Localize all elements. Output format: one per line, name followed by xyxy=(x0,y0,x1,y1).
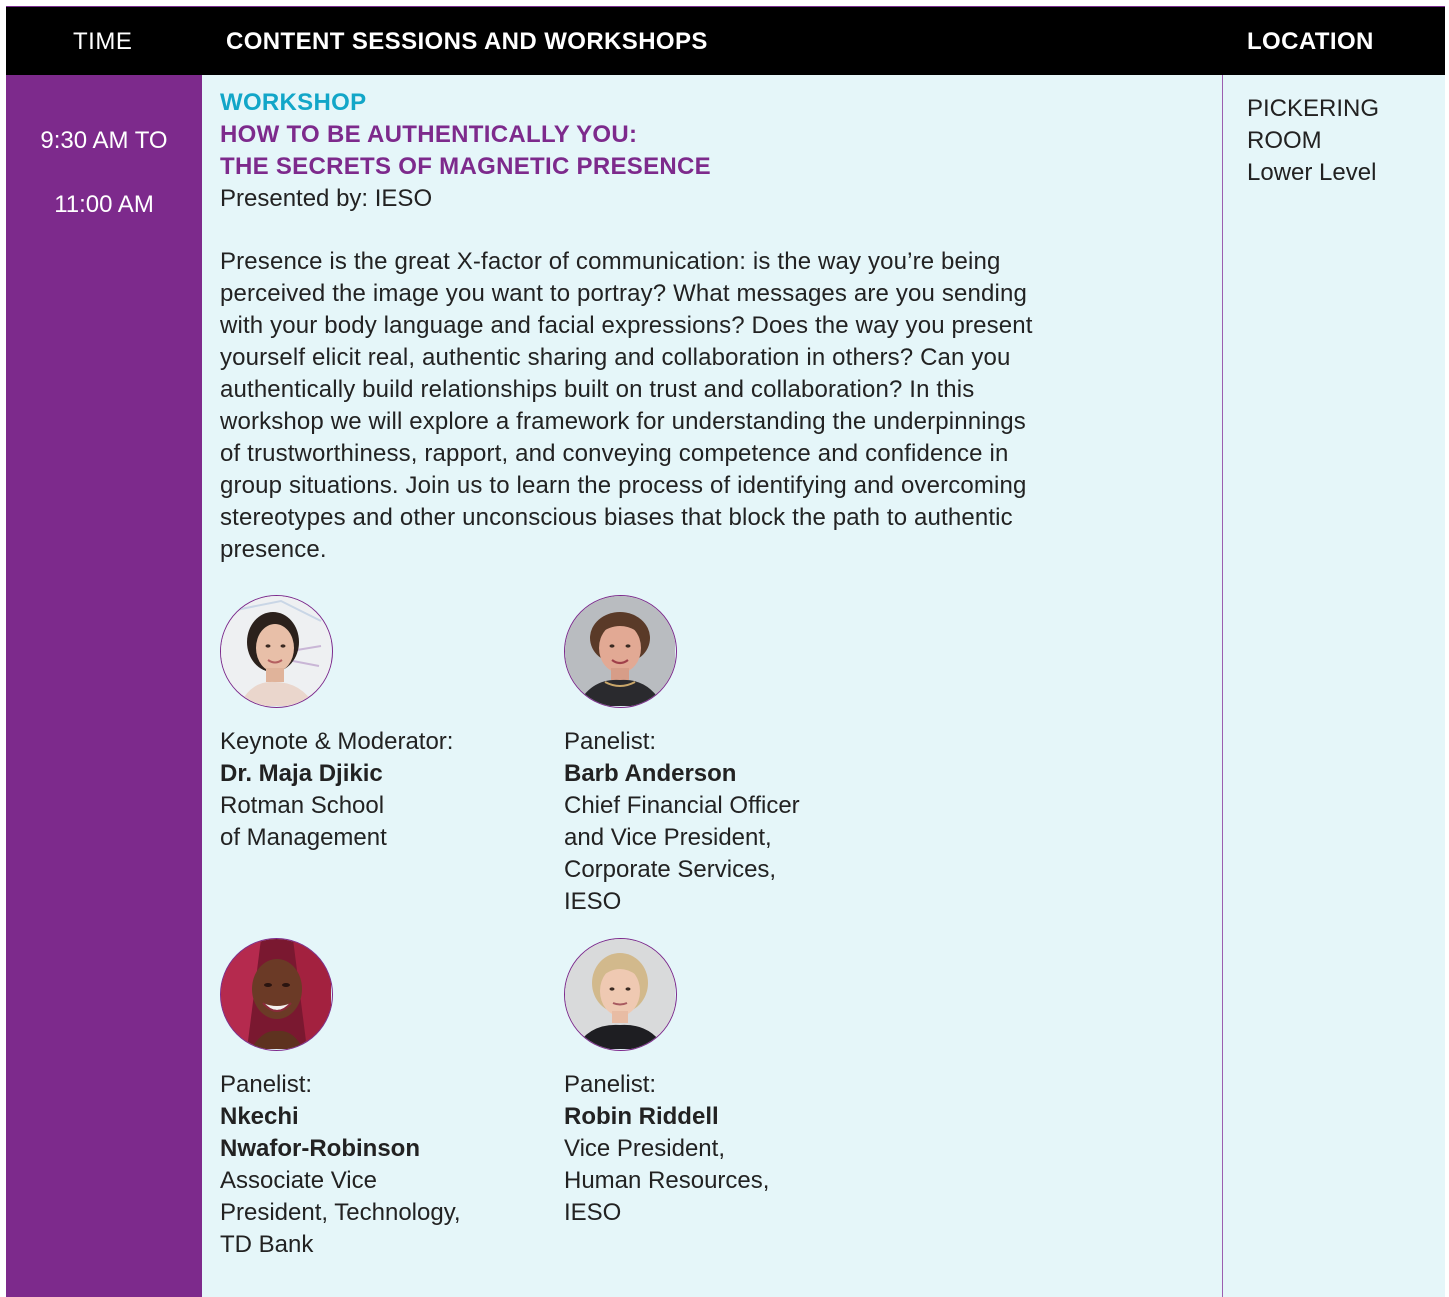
speaker-org: IESO xyxy=(564,888,622,915)
session-time-line: 9:30 AM TO xyxy=(40,127,168,154)
description-line: perceived the image you want to portray?… xyxy=(220,280,1027,307)
speaker-org: of Management xyxy=(220,824,387,851)
speaker-org: Rotman School xyxy=(220,792,385,819)
speaker-org: Vice President, xyxy=(564,1135,725,1162)
speaker-name: Robin Riddell xyxy=(564,1103,719,1130)
speaker-org: Associate Vice xyxy=(220,1167,377,1194)
speaker-role: Panelist: xyxy=(220,1071,313,1098)
speaker-card-barb-anderson: Panelist: Barb Anderson Chief Financial … xyxy=(564,595,864,918)
session-description: Presence is the great X-factor of commun… xyxy=(220,246,1195,566)
speaker-org: Human Resources, xyxy=(564,1167,770,1194)
speaker-photo xyxy=(564,938,677,1051)
speaker-photo xyxy=(564,595,677,708)
session-time-line: 11:00 AM xyxy=(54,191,154,218)
speaker-name: Barb Anderson xyxy=(564,760,737,787)
time-column: 9:30 AM TO 11:00 AM xyxy=(6,75,202,1297)
speaker-name: Nwafor-Robinson xyxy=(220,1135,420,1162)
session-content: WORKSHOP HOW TO BE AUTHENTICALLY YOU: TH… xyxy=(220,87,1195,566)
speaker-photo xyxy=(220,595,333,708)
description-line: Presence is the great X-factor of commun… xyxy=(220,248,1001,275)
speaker-card-robin-riddell: Panelist: Robin Riddell Vice President, … xyxy=(564,938,864,1229)
speaker-org: Corporate Services, xyxy=(564,856,777,883)
header-content-label: CONTENT SESSIONS AND WORKSHOPS xyxy=(226,28,708,55)
speaker-card-nkechi-nwafor-robinson: Panelist: Nkechi Nwafor-Robinson Associa… xyxy=(220,938,520,1261)
description-line: with your body language and facial expre… xyxy=(220,312,1033,339)
speaker-name: Dr. Maja Djikic xyxy=(220,760,383,787)
location-line: ROOM xyxy=(1247,127,1322,154)
speaker-org: Chief Financial Officer xyxy=(564,792,800,819)
session-type: WORKSHOP xyxy=(220,89,367,116)
description-line: of trustworthiness, rapport, and conveyi… xyxy=(220,440,1009,467)
speaker-org: TD Bank xyxy=(220,1231,314,1258)
description-line: group situations. Join us to learn the p… xyxy=(220,472,1027,499)
session-location: PICKERING ROOM Lower Level xyxy=(1247,93,1379,189)
description-line: workshop we will explore a framework for… xyxy=(220,408,1026,435)
speaker-org: President, Technology, xyxy=(220,1199,461,1226)
speaker-card-maja-djikic: Keynote & Moderator: Dr. Maja Djikic Rot… xyxy=(220,595,520,854)
description-line: authentically build relationships built … xyxy=(220,376,975,403)
session-title-line: THE SECRETS OF MAGNETIC PRESENCE xyxy=(220,153,711,180)
header-time-label: TIME xyxy=(73,28,133,55)
speaker-photo xyxy=(220,938,333,1051)
location-line: PICKERING xyxy=(1247,95,1380,122)
speaker-role: Panelist: xyxy=(564,728,657,755)
speaker-org: IESO xyxy=(564,1199,622,1226)
speaker-org: and Vice President, xyxy=(564,824,772,851)
description-line: yourself elicit real, authentic sharing … xyxy=(220,344,1011,371)
speaker-role: Keynote & Moderator: xyxy=(220,728,454,755)
description-line: stereotypes and other unconscious biases… xyxy=(220,504,1013,531)
speaker-role: Panelist: xyxy=(564,1071,657,1098)
presented-by: Presented by: IESO xyxy=(220,185,433,212)
agenda-header: TIME CONTENT SESSIONS AND WORKSHOPS LOCA… xyxy=(6,7,1445,75)
description-line: presence. xyxy=(220,536,327,563)
session-title-line: HOW TO BE AUTHENTICALLY YOU: xyxy=(220,121,638,148)
location-line: Lower Level xyxy=(1247,159,1377,186)
location-divider xyxy=(1222,75,1223,1297)
header-location-label: LOCATION xyxy=(1247,28,1374,55)
session-time: 9:30 AM TO 11:00 AM xyxy=(6,93,202,253)
speaker-name: Nkechi xyxy=(220,1103,299,1130)
